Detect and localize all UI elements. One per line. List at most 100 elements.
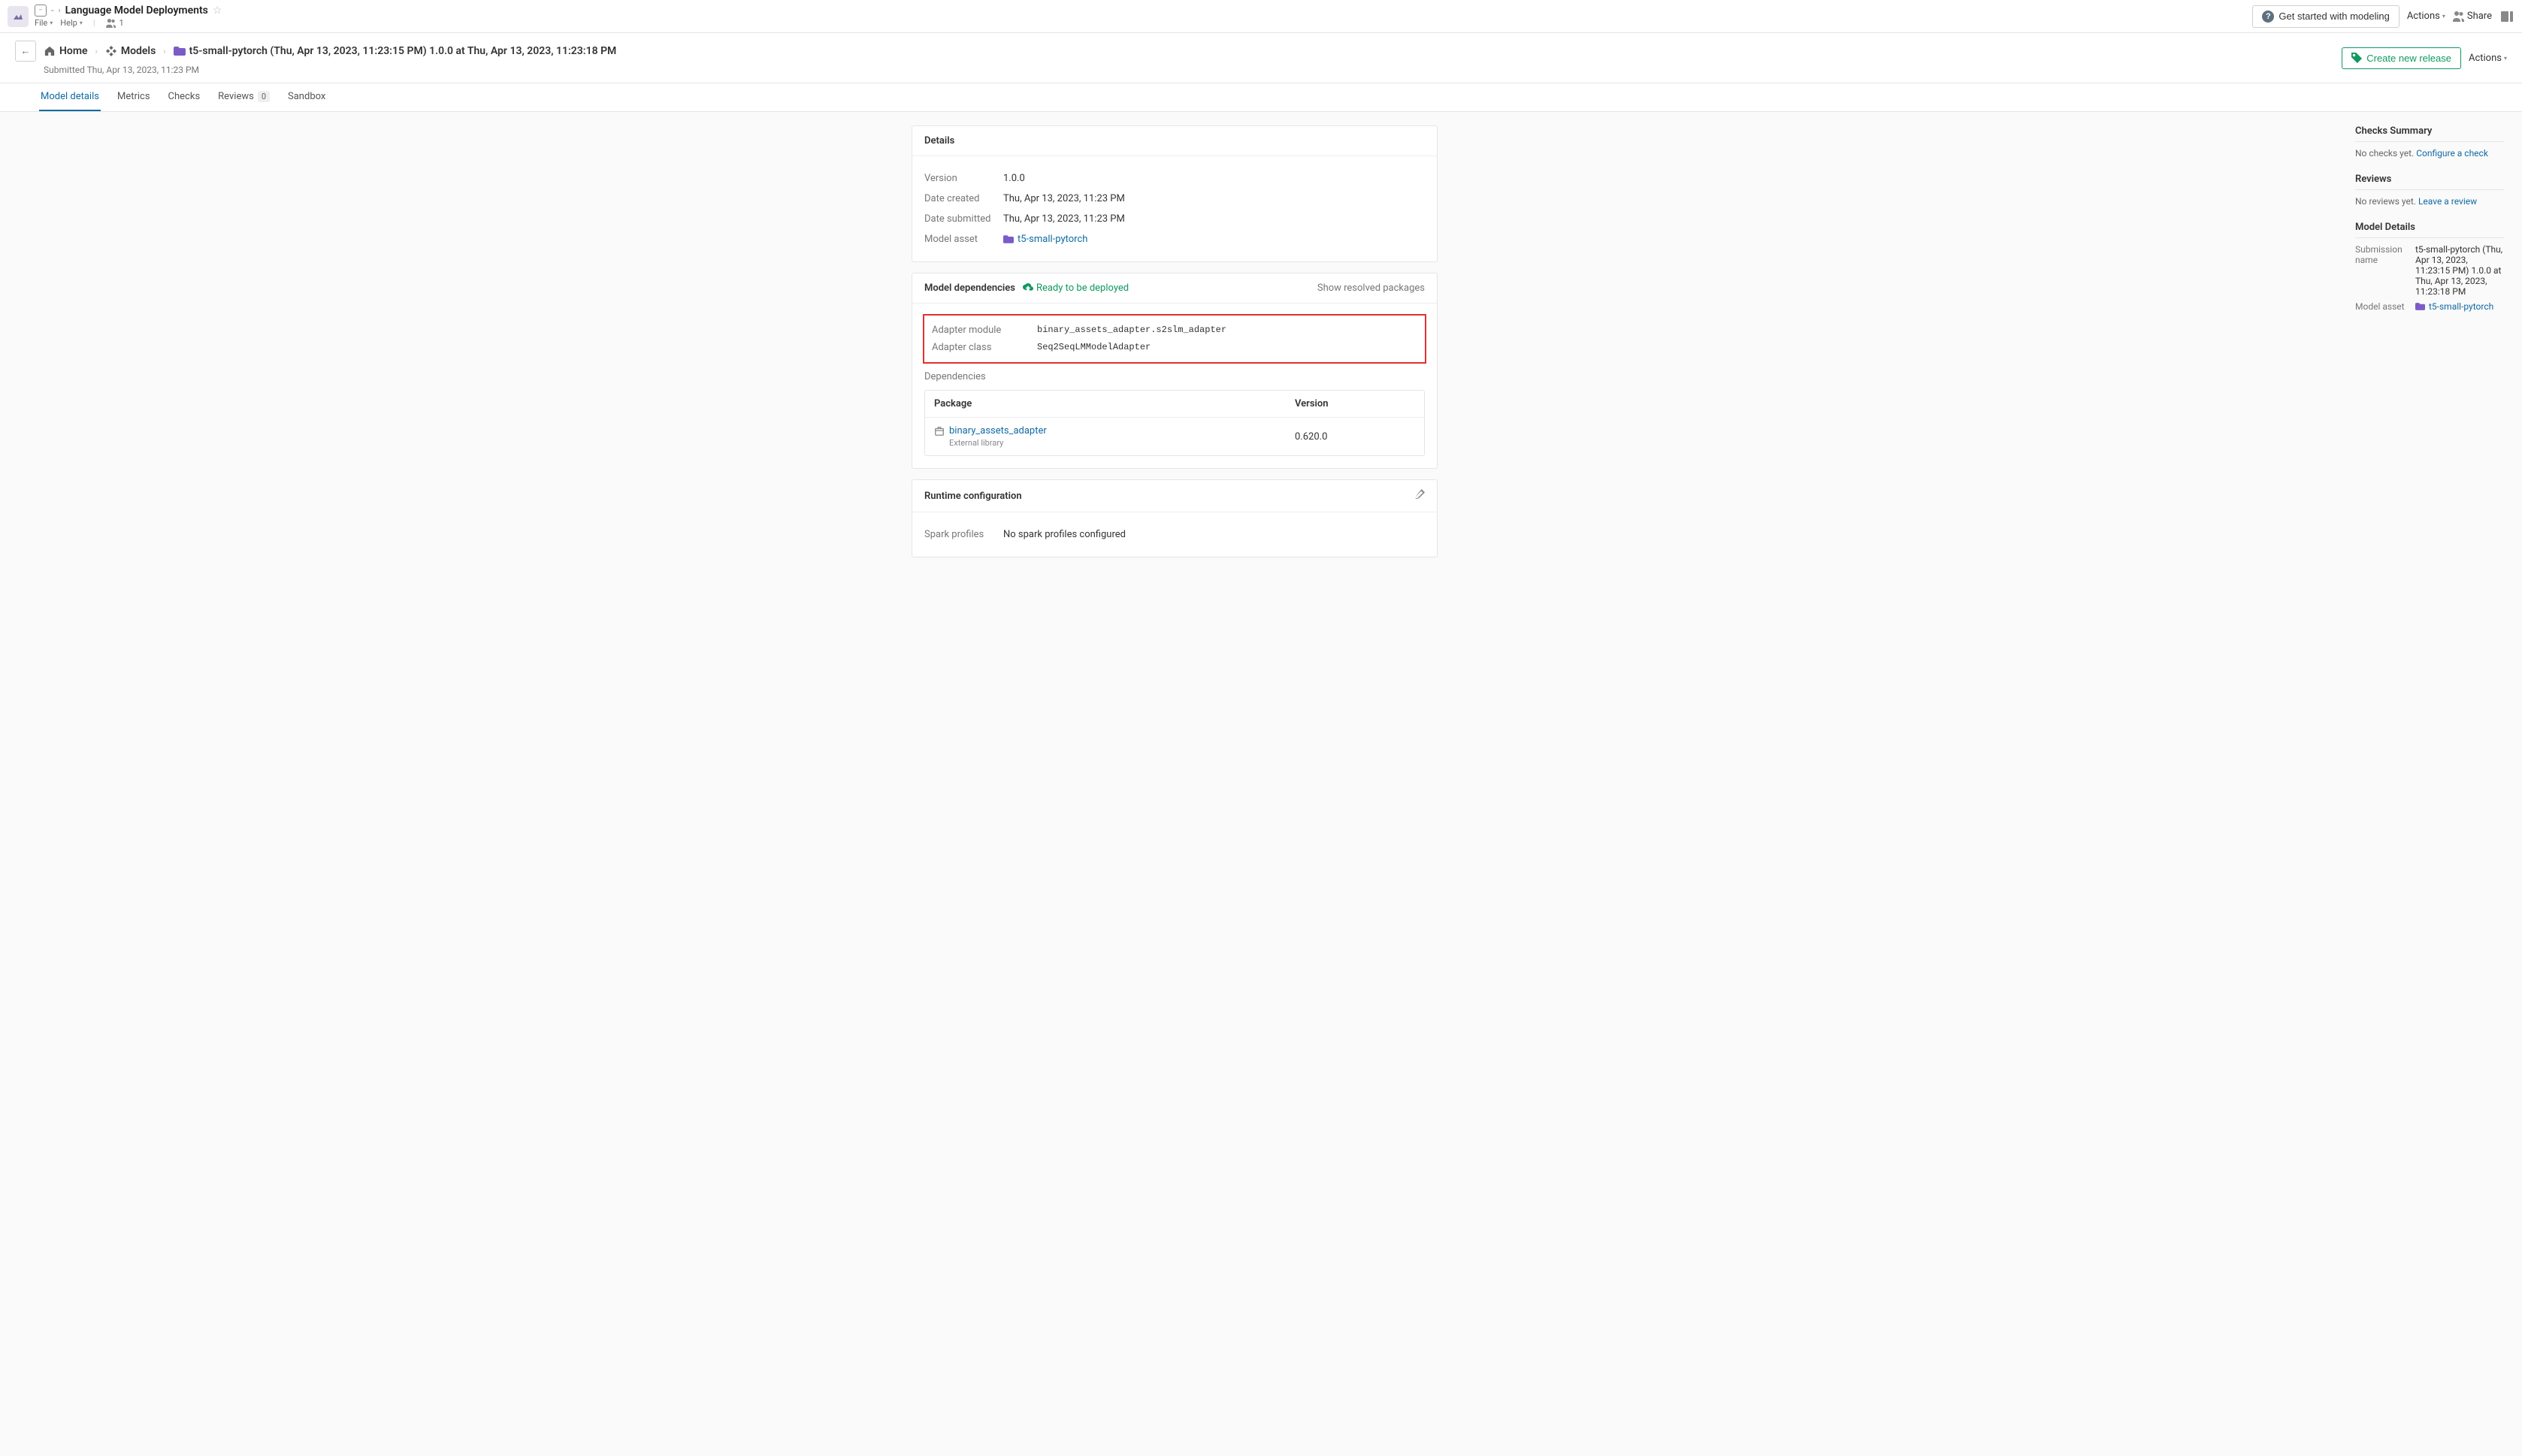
app-icon[interactable] — [8, 6, 29, 27]
checks-summary-section: Checks Summary No checks yet. Configure … — [2355, 125, 2504, 159]
tab-checks-label: Checks — [168, 91, 201, 102]
share-icon — [2453, 11, 2465, 22]
adapter-class-value: Seq2SeqLMModelAdapter — [1037, 342, 1151, 353]
package-subtitle: External library — [949, 438, 1295, 448]
tab-checks[interactable]: Checks — [167, 83, 202, 111]
dependencies-table-head: Package Version — [925, 391, 1424, 418]
chevron-right-icon: › — [163, 47, 165, 56]
center-column: Details Version 1.0.0 Date created Thu, … — [14, 125, 2336, 557]
package-version-value: 0.620.0 — [1295, 431, 1415, 443]
checks-text: No checks yet. — [2355, 148, 2416, 159]
model-asset-value: t5-small-pytorch — [1018, 234, 1087, 245]
asset-value: t5-small-pytorch — [2429, 301, 2493, 312]
crumb-models[interactable]: Models — [105, 45, 156, 57]
header-title-row: − - › Language Model Deployments ☆ — [35, 5, 222, 17]
chevron-right-icon: › — [95, 47, 98, 56]
runtime-card-header: Runtime configuration — [912, 480, 1437, 512]
col-version-header: Version — [1295, 398, 1415, 409]
spark-row: Spark profiles No spark profiles configu… — [924, 524, 1425, 545]
header-subtitle-row: File ▾ Help ▾ | 1 — [35, 18, 222, 28]
model-details-section: Model Details Submission name t5-small-p… — [2355, 222, 2504, 312]
top-header: − - › Language Model Deployments ☆ File … — [0, 0, 2522, 33]
leave-review-link[interactable]: Leave a review — [2418, 196, 2477, 207]
actions-label: Actions — [2407, 11, 2440, 22]
dependencies-header-left: Model dependencies Ready to be deployed — [924, 282, 1129, 294]
create-release-label: Create new release — [2366, 53, 2451, 64]
main-content: Details Version 1.0.0 Date created Thu, … — [0, 112, 2522, 571]
asset-label: Model asset — [2355, 301, 2409, 312]
package-cell: binary_assets_adapter External library — [934, 425, 1295, 448]
crumb-models-label: Models — [121, 45, 156, 57]
breadcrumb-right: Create new release Actions ▾ — [2342, 47, 2507, 69]
model-asset-label: Model asset — [924, 234, 1003, 245]
page-actions-menu[interactable]: Actions ▾ — [2469, 53, 2507, 64]
help-menu[interactable]: Help ▾ — [60, 18, 83, 28]
edit-icon[interactable] — [1414, 489, 1425, 503]
ready-badge: Ready to be deployed — [1023, 282, 1129, 294]
show-resolved-link[interactable]: Show resolved packages — [1317, 282, 1425, 294]
adapter-module-value: binary_assets_adapter.s2slm_adapter — [1037, 325, 1226, 336]
dependencies-card-body: Adapter module binary_assets_adapter.s2s… — [912, 304, 1437, 468]
details-card-body: Version 1.0.0 Date created Thu, Apr 13, … — [912, 156, 1437, 261]
help-menu-label: Help — [60, 18, 77, 28]
tab-sandbox[interactable]: Sandbox — [286, 83, 327, 111]
package-name-link[interactable]: binary_assets_adapter — [934, 425, 1295, 436]
panel-toggle-icon[interactable] — [2499, 10, 2514, 23]
package-icon — [934, 426, 945, 436]
users-count[interactable]: 1 — [106, 18, 124, 28]
header-title-area: − - › Language Model Deployments ☆ File … — [35, 5, 222, 28]
package-name-value: binary_assets_adapter — [949, 425, 1047, 436]
model-asset-link[interactable]: t5-small-pytorch — [1003, 234, 1087, 245]
dependencies-label: Dependencies — [924, 371, 1425, 382]
configure-check-link[interactable]: Configure a check — [2416, 148, 2488, 159]
runtime-card: Runtime configuration Spark profiles No … — [912, 479, 1438, 557]
box-icon[interactable]: − — [35, 5, 47, 17]
model-details-heading: Model Details — [2355, 222, 2504, 238]
tab-reviews-badge: 0 — [258, 91, 270, 102]
crumb-current: t5-small-pytorch (Thu, Apr 13, 2023, 11:… — [174, 45, 617, 57]
chevron-right-icon: › — [59, 7, 61, 15]
tab-metrics[interactable]: Metrics — [116, 83, 152, 111]
detail-row-date-submitted: Date submitted Thu, Apr 13, 2023, 11:23 … — [924, 209, 1425, 229]
reviews-text: No reviews yet. — [2355, 196, 2418, 207]
spark-value: No spark profiles configured — [1003, 529, 1126, 540]
folder-icon — [2415, 303, 2425, 310]
asset-row: Model asset t5-small-pytorch — [2355, 301, 2504, 312]
version-value: 1.0.0 — [1003, 173, 1025, 184]
tab-reviews[interactable]: Reviews 0 — [216, 83, 271, 111]
asset-link[interactable]: t5-small-pytorch — [2415, 301, 2493, 312]
get-started-label: Get started with modeling — [2279, 11, 2389, 22]
users-icon — [106, 19, 116, 28]
spark-label: Spark profiles — [924, 529, 1003, 540]
submission-label: Submission name — [2355, 244, 2409, 297]
details-card-header: Details — [912, 126, 1437, 156]
divider: | — [93, 18, 95, 28]
dependencies-card-header: Model dependencies Ready to be deployed … — [912, 273, 1437, 304]
back-button[interactable]: ← — [15, 41, 36, 62]
crumb-home[interactable]: Home — [44, 45, 88, 57]
star-icon[interactable]: ☆ — [213, 5, 222, 17]
reviews-text-row: No reviews yet. Leave a review — [2355, 196, 2504, 207]
actions-menu[interactable]: Actions ▾ — [2407, 11, 2445, 22]
reviews-heading: Reviews — [2355, 174, 2504, 190]
reviews-section: Reviews No reviews yet. Leave a review — [2355, 174, 2504, 207]
submission-row: Submission name t5-small-pytorch (Thu, A… — [2355, 244, 2504, 297]
share-button[interactable]: Share — [2453, 11, 2492, 22]
dependencies-table-row: binary_assets_adapter External library 0… — [925, 418, 1424, 455]
tab-model-details[interactable]: Model details — [39, 83, 101, 111]
file-menu-label: File — [35, 18, 47, 28]
col-package-header: Package — [934, 398, 1295, 409]
details-card-title: Details — [924, 135, 954, 147]
home-icon — [44, 46, 56, 56]
right-sidebar: Checks Summary No checks yet. Configure … — [2351, 125, 2508, 557]
tab-metrics-label: Metrics — [117, 91, 150, 102]
share-label: Share — [2467, 11, 2492, 22]
caret-down-icon: ▾ — [2504, 55, 2507, 62]
create-release-button[interactable]: Create new release — [2342, 47, 2461, 69]
top-header-left: − - › Language Model Deployments ☆ File … — [8, 5, 222, 28]
file-menu[interactable]: File ▾ — [35, 18, 53, 28]
breadcrumb-left: ← Home › Models › t5-small-pytorch (Thu,… — [15, 41, 616, 75]
tab-sandbox-label: Sandbox — [288, 91, 325, 102]
get-started-button[interactable]: ? Get started with modeling — [2252, 5, 2399, 28]
checks-summary-text: No checks yet. Configure a check — [2355, 148, 2504, 159]
